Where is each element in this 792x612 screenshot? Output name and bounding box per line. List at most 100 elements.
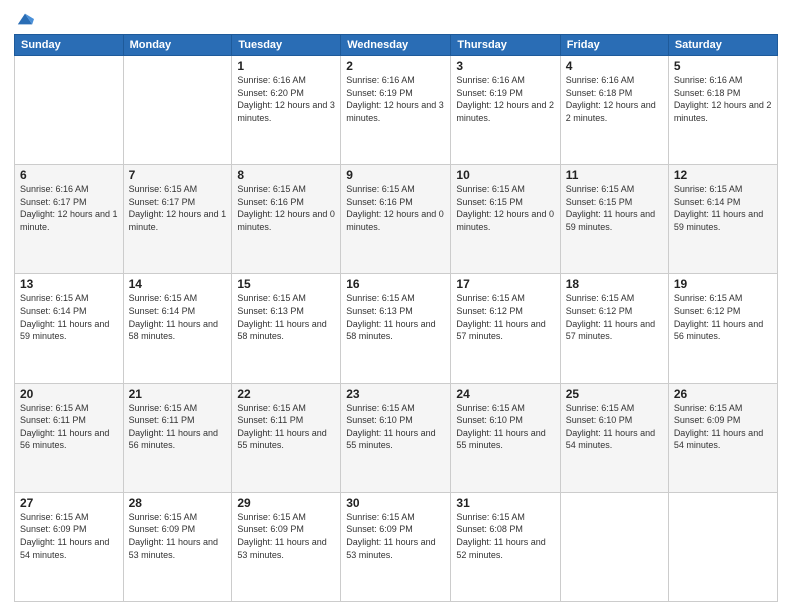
- day-number: 3: [456, 59, 554, 73]
- day-info: Sunrise: 6:15 AM Sunset: 6:16 PM Dayligh…: [346, 183, 445, 233]
- day-number: 6: [20, 168, 118, 182]
- calendar-cell: [668, 492, 777, 601]
- calendar-cell: 8Sunrise: 6:15 AM Sunset: 6:16 PM Daylig…: [232, 165, 341, 274]
- day-number: 1: [237, 59, 335, 73]
- calendar-cell: 27Sunrise: 6:15 AM Sunset: 6:09 PM Dayli…: [15, 492, 124, 601]
- calendar-cell: 11Sunrise: 6:15 AM Sunset: 6:15 PM Dayli…: [560, 165, 668, 274]
- calendar-cell: 22Sunrise: 6:15 AM Sunset: 6:11 PM Dayli…: [232, 383, 341, 492]
- calendar-cell: 20Sunrise: 6:15 AM Sunset: 6:11 PM Dayli…: [15, 383, 124, 492]
- calendar-cell: 1Sunrise: 6:16 AM Sunset: 6:20 PM Daylig…: [232, 56, 341, 165]
- day-number: 27: [20, 496, 118, 510]
- day-info: Sunrise: 6:15 AM Sunset: 6:10 PM Dayligh…: [566, 402, 663, 452]
- day-number: 4: [566, 59, 663, 73]
- calendar-week-row: 27Sunrise: 6:15 AM Sunset: 6:09 PM Dayli…: [15, 492, 778, 601]
- logo-icon: [16, 10, 34, 28]
- calendar-cell: 2Sunrise: 6:16 AM Sunset: 6:19 PM Daylig…: [341, 56, 451, 165]
- calendar-cell: 13Sunrise: 6:15 AM Sunset: 6:14 PM Dayli…: [15, 274, 124, 383]
- day-number: 31: [456, 496, 554, 510]
- day-info: Sunrise: 6:15 AM Sunset: 6:11 PM Dayligh…: [20, 402, 118, 452]
- calendar-cell: 29Sunrise: 6:15 AM Sunset: 6:09 PM Dayli…: [232, 492, 341, 601]
- calendar-cell: 6Sunrise: 6:16 AM Sunset: 6:17 PM Daylig…: [15, 165, 124, 274]
- calendar-cell: 19Sunrise: 6:15 AM Sunset: 6:12 PM Dayli…: [668, 274, 777, 383]
- day-info: Sunrise: 6:16 AM Sunset: 6:20 PM Dayligh…: [237, 74, 335, 124]
- day-info: Sunrise: 6:15 AM Sunset: 6:10 PM Dayligh…: [456, 402, 554, 452]
- calendar-header-wednesday: Wednesday: [341, 35, 451, 56]
- day-info: Sunrise: 6:15 AM Sunset: 6:08 PM Dayligh…: [456, 511, 554, 561]
- calendar-header-monday: Monday: [123, 35, 232, 56]
- calendar-cell: 23Sunrise: 6:15 AM Sunset: 6:10 PM Dayli…: [341, 383, 451, 492]
- calendar-week-row: 13Sunrise: 6:15 AM Sunset: 6:14 PM Dayli…: [15, 274, 778, 383]
- day-number: 8: [237, 168, 335, 182]
- day-info: Sunrise: 6:16 AM Sunset: 6:19 PM Dayligh…: [346, 74, 445, 124]
- calendar-cell: [15, 56, 124, 165]
- calendar-header-thursday: Thursday: [451, 35, 560, 56]
- day-info: Sunrise: 6:15 AM Sunset: 6:11 PM Dayligh…: [237, 402, 335, 452]
- day-number: 21: [129, 387, 227, 401]
- calendar-cell: 31Sunrise: 6:15 AM Sunset: 6:08 PM Dayli…: [451, 492, 560, 601]
- day-number: 5: [674, 59, 772, 73]
- calendar-cell: 26Sunrise: 6:15 AM Sunset: 6:09 PM Dayli…: [668, 383, 777, 492]
- day-info: Sunrise: 6:15 AM Sunset: 6:12 PM Dayligh…: [566, 292, 663, 342]
- day-info: Sunrise: 6:15 AM Sunset: 6:09 PM Dayligh…: [20, 511, 118, 561]
- day-number: 17: [456, 277, 554, 291]
- calendar-cell: 25Sunrise: 6:15 AM Sunset: 6:10 PM Dayli…: [560, 383, 668, 492]
- day-number: 14: [129, 277, 227, 291]
- day-number: 20: [20, 387, 118, 401]
- day-number: 16: [346, 277, 445, 291]
- page: SundayMondayTuesdayWednesdayThursdayFrid…: [0, 0, 792, 612]
- calendar-cell: 15Sunrise: 6:15 AM Sunset: 6:13 PM Dayli…: [232, 274, 341, 383]
- day-number: 13: [20, 277, 118, 291]
- logo: [14, 10, 34, 28]
- calendar-cell: 12Sunrise: 6:15 AM Sunset: 6:14 PM Dayli…: [668, 165, 777, 274]
- header: [14, 10, 778, 28]
- day-info: Sunrise: 6:15 AM Sunset: 6:13 PM Dayligh…: [237, 292, 335, 342]
- calendar-cell: 4Sunrise: 6:16 AM Sunset: 6:18 PM Daylig…: [560, 56, 668, 165]
- day-info: Sunrise: 6:16 AM Sunset: 6:18 PM Dayligh…: [566, 74, 663, 124]
- calendar-week-row: 6Sunrise: 6:16 AM Sunset: 6:17 PM Daylig…: [15, 165, 778, 274]
- day-info: Sunrise: 6:15 AM Sunset: 6:09 PM Dayligh…: [237, 511, 335, 561]
- day-info: Sunrise: 6:15 AM Sunset: 6:14 PM Dayligh…: [20, 292, 118, 342]
- day-number: 30: [346, 496, 445, 510]
- day-number: 19: [674, 277, 772, 291]
- calendar-cell: 10Sunrise: 6:15 AM Sunset: 6:15 PM Dayli…: [451, 165, 560, 274]
- day-info: Sunrise: 6:15 AM Sunset: 6:10 PM Dayligh…: [346, 402, 445, 452]
- day-info: Sunrise: 6:15 AM Sunset: 6:12 PM Dayligh…: [674, 292, 772, 342]
- day-info: Sunrise: 6:16 AM Sunset: 6:19 PM Dayligh…: [456, 74, 554, 124]
- day-info: Sunrise: 6:15 AM Sunset: 6:11 PM Dayligh…: [129, 402, 227, 452]
- day-number: 12: [674, 168, 772, 182]
- calendar-cell: [560, 492, 668, 601]
- day-info: Sunrise: 6:15 AM Sunset: 6:12 PM Dayligh…: [456, 292, 554, 342]
- calendar-cell: 30Sunrise: 6:15 AM Sunset: 6:09 PM Dayli…: [341, 492, 451, 601]
- calendar-cell: 16Sunrise: 6:15 AM Sunset: 6:13 PM Dayli…: [341, 274, 451, 383]
- calendar-header-row: SundayMondayTuesdayWednesdayThursdayFrid…: [15, 35, 778, 56]
- calendar-cell: 21Sunrise: 6:15 AM Sunset: 6:11 PM Dayli…: [123, 383, 232, 492]
- calendar-header-sunday: Sunday: [15, 35, 124, 56]
- day-info: Sunrise: 6:15 AM Sunset: 6:09 PM Dayligh…: [674, 402, 772, 452]
- day-number: 2: [346, 59, 445, 73]
- day-info: Sunrise: 6:15 AM Sunset: 6:15 PM Dayligh…: [566, 183, 663, 233]
- day-number: 10: [456, 168, 554, 182]
- day-number: 26: [674, 387, 772, 401]
- day-info: Sunrise: 6:15 AM Sunset: 6:09 PM Dayligh…: [129, 511, 227, 561]
- calendar-cell: 28Sunrise: 6:15 AM Sunset: 6:09 PM Dayli…: [123, 492, 232, 601]
- day-info: Sunrise: 6:15 AM Sunset: 6:13 PM Dayligh…: [346, 292, 445, 342]
- day-info: Sunrise: 6:15 AM Sunset: 6:14 PM Dayligh…: [129, 292, 227, 342]
- day-number: 23: [346, 387, 445, 401]
- day-number: 7: [129, 168, 227, 182]
- calendar-header-friday: Friday: [560, 35, 668, 56]
- day-number: 18: [566, 277, 663, 291]
- day-number: 29: [237, 496, 335, 510]
- day-number: 25: [566, 387, 663, 401]
- day-info: Sunrise: 6:16 AM Sunset: 6:18 PM Dayligh…: [674, 74, 772, 124]
- day-info: Sunrise: 6:15 AM Sunset: 6:14 PM Dayligh…: [674, 183, 772, 233]
- day-info: Sunrise: 6:15 AM Sunset: 6:15 PM Dayligh…: [456, 183, 554, 233]
- day-info: Sunrise: 6:15 AM Sunset: 6:16 PM Dayligh…: [237, 183, 335, 233]
- calendar-table: SundayMondayTuesdayWednesdayThursdayFrid…: [14, 34, 778, 602]
- calendar-cell: 9Sunrise: 6:15 AM Sunset: 6:16 PM Daylig…: [341, 165, 451, 274]
- calendar-cell: 24Sunrise: 6:15 AM Sunset: 6:10 PM Dayli…: [451, 383, 560, 492]
- day-number: 9: [346, 168, 445, 182]
- calendar-cell: 7Sunrise: 6:15 AM Sunset: 6:17 PM Daylig…: [123, 165, 232, 274]
- calendar-cell: 17Sunrise: 6:15 AM Sunset: 6:12 PM Dayli…: [451, 274, 560, 383]
- calendar-cell: [123, 56, 232, 165]
- calendar-cell: 14Sunrise: 6:15 AM Sunset: 6:14 PM Dayli…: [123, 274, 232, 383]
